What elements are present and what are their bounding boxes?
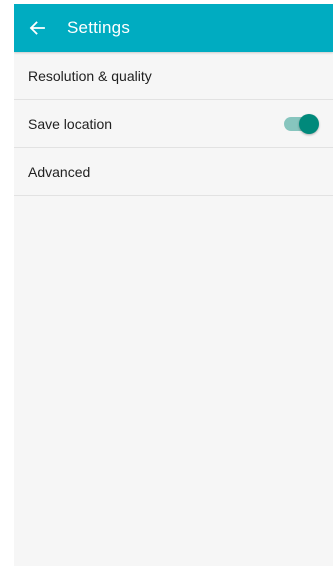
page-title: Settings — [67, 18, 131, 37]
resolution-quality-item[interactable]: Resolution & quality — [14, 52, 333, 100]
list-item-label: Resolution & quality — [28, 67, 152, 84]
back-button[interactable] — [14, 4, 66, 52]
save-location-toggle[interactable] — [284, 113, 319, 134]
arrow-left-icon — [29, 20, 45, 36]
list-item-label: Advanced — [28, 163, 91, 180]
settings-screen: Settings Resolution & quality Save locat… — [14, 4, 333, 566]
advanced-item[interactable]: Advanced — [14, 148, 333, 196]
toggle-thumb — [299, 113, 319, 134]
app-bar: Settings — [14, 4, 333, 52]
list-item-label: Save location — [28, 115, 113, 132]
settings-list: Resolution & quality Save location Advan… — [14, 52, 333, 196]
save-location-item[interactable]: Save location — [14, 100, 333, 148]
